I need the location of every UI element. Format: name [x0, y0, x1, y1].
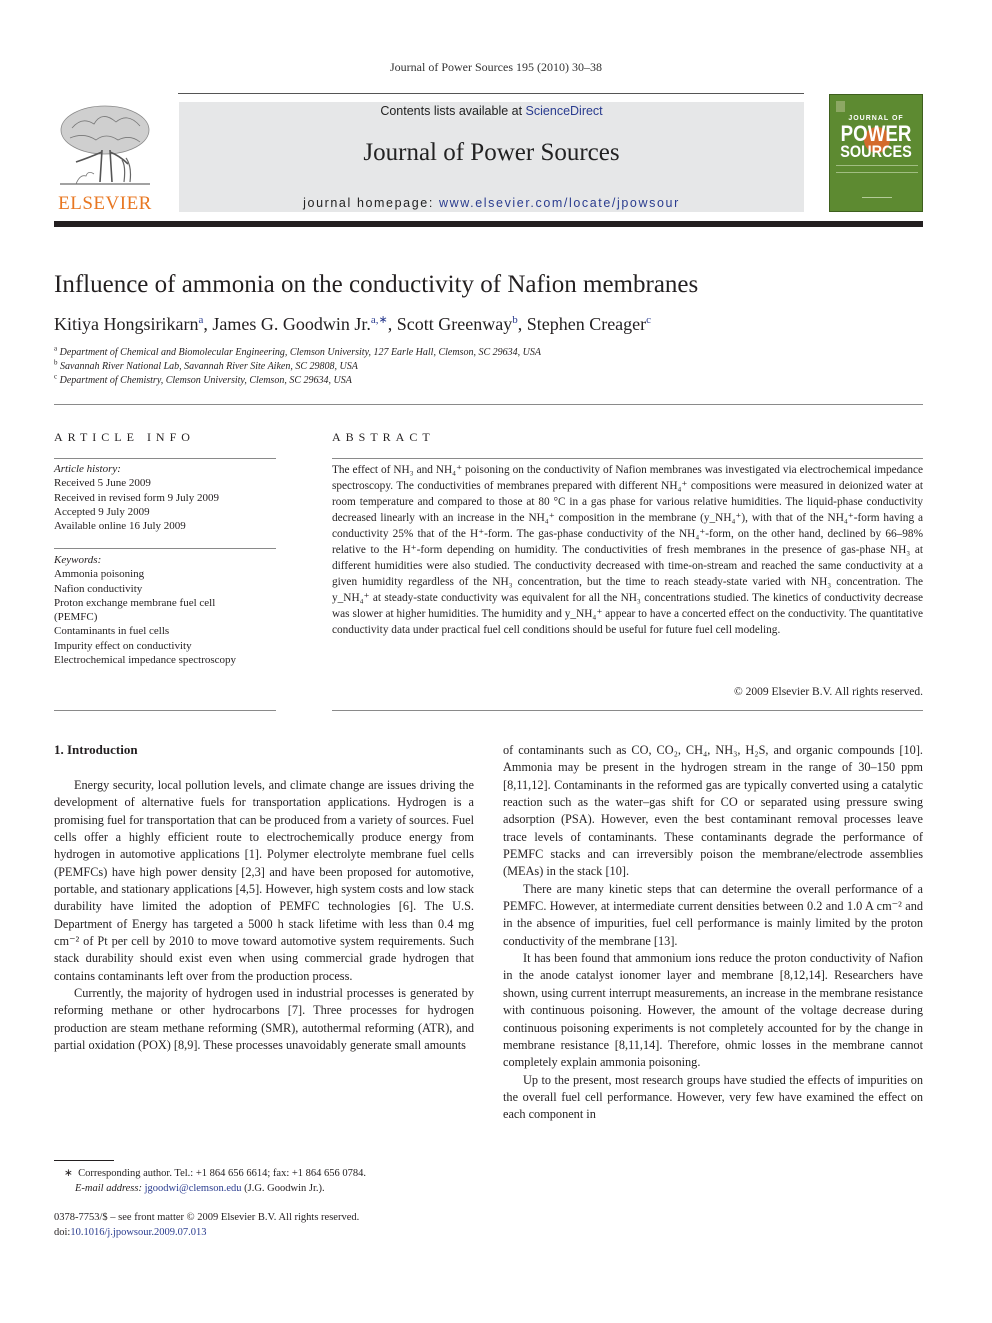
- section-divider: [54, 404, 923, 405]
- email-link[interactable]: jgoodwi@clemson.edu: [145, 1183, 242, 1194]
- doi-link[interactable]: 10.1016/j.jpowsour.2009.07.013: [70, 1227, 206, 1238]
- contents-line: Contents lists available at ScienceDirec…: [179, 104, 804, 118]
- cover-publisher-mark: [862, 191, 892, 198]
- history-item: Accepted 9 July 2009: [54, 505, 150, 518]
- abstract-text: The effect of NH₃ and NH₄⁺ poisoning on …: [332, 464, 923, 636]
- author-name: Scott Greenway: [396, 314, 513, 334]
- running-head: Journal of Power Sources 195 (2010) 30–3…: [390, 60, 602, 74]
- intro-left-column: Energy security, local pollution levels,…: [54, 777, 474, 1055]
- affiliation: c Department of Chemistry, Clemson Unive…: [54, 372, 352, 386]
- journal-title: Journal of Power Sources: [363, 139, 620, 166]
- header-rule: [178, 93, 804, 94]
- author-name: James G. Goodwin Jr.: [212, 314, 371, 334]
- header-thick-rule: [54, 221, 923, 227]
- article-title: Influence of ammonia on the conductivity…: [54, 271, 699, 298]
- doi-label: doi:: [54, 1226, 71, 1238]
- corresponding-text: Corresponding author. Tel.: +1 864 656 6…: [78, 1168, 367, 1179]
- footnote-mark: ∗: [64, 1168, 73, 1179]
- body-paragraph: of contaminants such as CO, CO₂, CH₄, NH…: [503, 743, 923, 879]
- front-matter: 0378-7753/$ – see front matter © 2009 El…: [54, 1211, 484, 1240]
- affiliation-mark: a: [54, 344, 58, 353]
- front-matter-text: 0378-7753/$ – see front matter © 2009 El…: [54, 1212, 360, 1223]
- affiliation: a Department of Chemical and Biomolecula…: [54, 344, 541, 358]
- history-item: Available online 16 July 2009: [54, 520, 186, 533]
- contents-prefix: Contents lists available at: [380, 104, 526, 118]
- keyword: Impurity effect on conductivity: [54, 639, 192, 652]
- history-item: Received 5 June 2009: [54, 477, 151, 490]
- journal-cover-thumbnail[interactable]: JOURNAL OF POWER SOURCES: [829, 94, 923, 212]
- abstract-bottom-rule: [332, 710, 923, 711]
- corresponding-author-footnote: ∗ Corresponding author. Tel.: +1 864 656…: [54, 1167, 484, 1196]
- author-affil-mark[interactable]: a: [198, 314, 203, 326]
- author-name: Kitiya Hongsirikarn: [54, 314, 199, 334]
- body-paragraph: It has been found that ammonium ions red…: [503, 951, 923, 1070]
- keywords-divider: [54, 548, 276, 549]
- history-item: Received in revised form 9 July 2009: [54, 491, 219, 504]
- author-affil-mark[interactable]: b: [512, 314, 518, 326]
- intro-right-column: of contaminants such as CO, CO₂, CH₄, NH…: [503, 742, 923, 1124]
- article-info-heading: ARTICLE INFO: [54, 430, 195, 444]
- affiliation-text: Savannah River National Lab, Savannah Ri…: [60, 361, 358, 372]
- keyword: (PEMFC): [54, 611, 98, 624]
- keywords: Keywords: Ammonia poisoning Nafion condu…: [54, 553, 284, 667]
- homepage-line: journal homepage: www.elsevier.com/locat…: [179, 196, 804, 210]
- article-info-bottom-rule: [54, 710, 276, 711]
- author-name: Stephen Creager: [526, 314, 647, 334]
- keyword: Nafion conductivity: [54, 582, 143, 595]
- affiliation-mark: c: [54, 372, 58, 381]
- body-paragraph: Energy security, local pollution levels,…: [54, 778, 475, 983]
- body-paragraph: Currently, the majority of hydrogen used…: [54, 986, 474, 1053]
- author-affil-mark[interactable]: c: [646, 314, 651, 326]
- affiliation-text: Department of Chemical and Biomolecular …: [59, 347, 541, 358]
- keywords-label: Keywords:: [54, 554, 102, 566]
- email-label: E-mail address:: [75, 1182, 142, 1194]
- abstract-copyright: © 2009 Elsevier B.V. All rights reserved…: [734, 686, 923, 698]
- author-list: Kitiya Hongsirikarna, James G. Goodwin J…: [54, 314, 652, 334]
- email-suffix: (J.G. Goodwin Jr.).: [244, 1182, 325, 1194]
- keyword: Contaminants in fuel cells: [54, 625, 170, 638]
- affiliation-text: Department of Chemistry, Clemson Univers…: [59, 375, 352, 386]
- body-paragraph: There are many kinetic steps that can de…: [503, 881, 923, 948]
- history-label: Article history:: [54, 463, 121, 475]
- abstract-heading: ABSTRACT: [332, 430, 435, 444]
- elsevier-wordmark: ELSEVIER: [58, 193, 152, 214]
- affiliation-mark: b: [54, 358, 58, 367]
- abstract-divider: [332, 458, 923, 459]
- cover-logo-icon: [836, 101, 845, 112]
- section-heading-introduction: 1. Introduction: [54, 742, 138, 757]
- homepage-prefix: journal homepage:: [303, 196, 439, 210]
- affiliation: b Savannah River National Lab, Savannah …: [54, 358, 358, 372]
- cover-subtitle: [836, 165, 918, 173]
- footnote-rule: [54, 1160, 114, 1161]
- author-affil-mark[interactable]: a,∗: [371, 314, 388, 326]
- keyword: Ammonia poisoning: [54, 568, 145, 581]
- keyword: Proton exchange membrane fuel cell: [54, 596, 216, 609]
- homepage-link[interactable]: www.elsevier.com/locate/jpowsour: [439, 196, 680, 210]
- body-paragraph: Up to the present, most research groups …: [503, 1072, 923, 1122]
- cover-line-3: SOURCES: [840, 142, 912, 161]
- article-info-divider: [54, 458, 276, 459]
- sciencedirect-link[interactable]: ScienceDirect: [526, 104, 603, 118]
- keyword: Electrochemical impedance spectroscopy: [54, 654, 237, 667]
- tree-icon: [60, 105, 150, 185]
- article-history: Article history: Received 5 June 2009 Re…: [54, 462, 284, 533]
